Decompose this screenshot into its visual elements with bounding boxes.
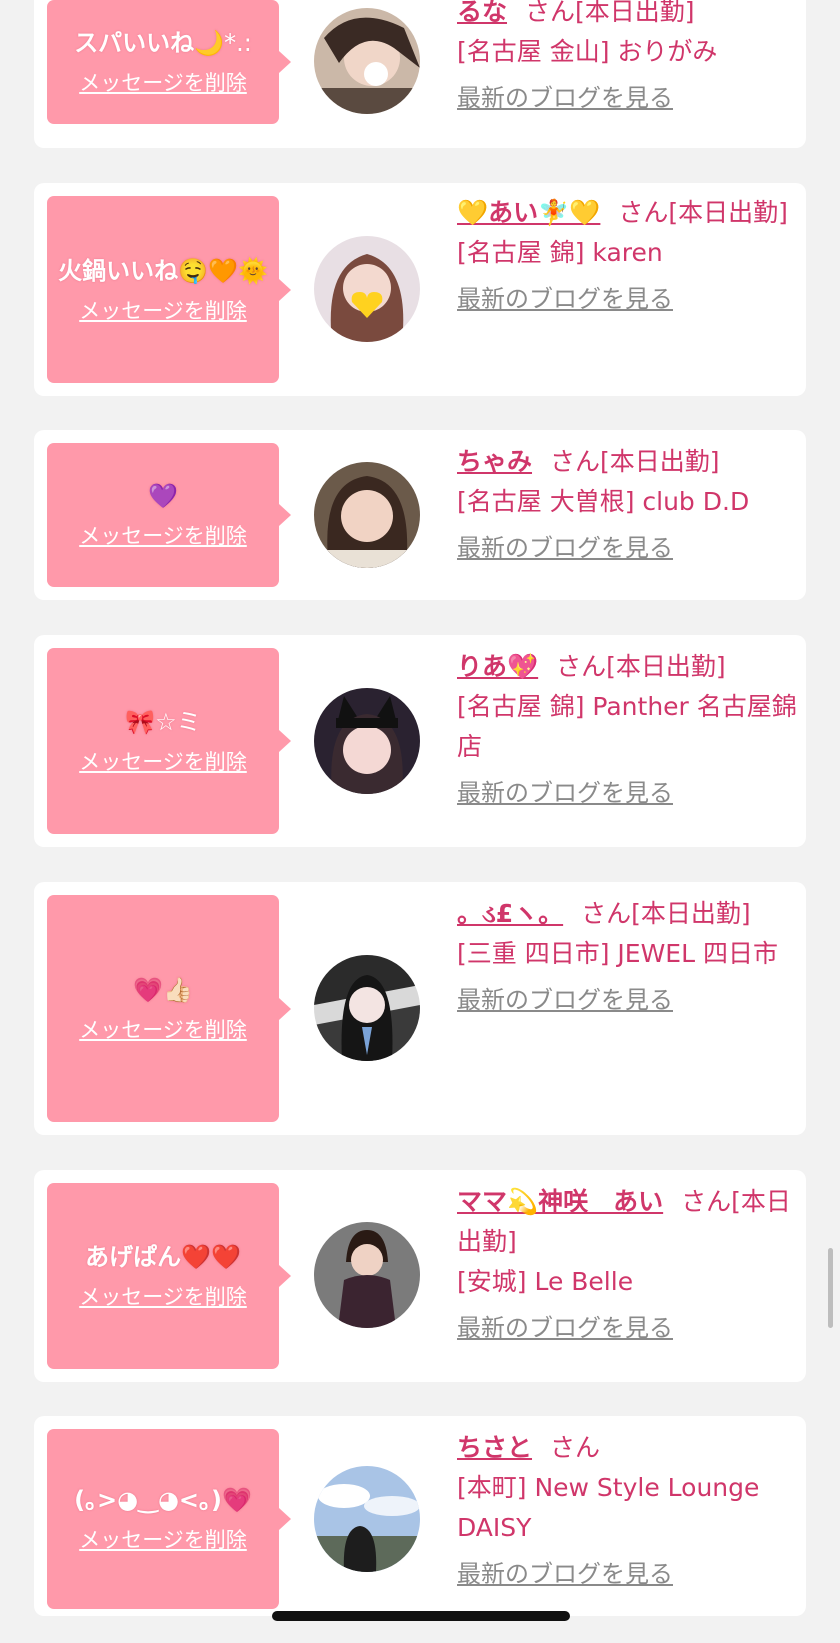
blog-link[interactable]: 最新のブログを見る — [457, 1554, 797, 1594]
girl-name-link[interactable]: ママ💫神咲 あい — [457, 1187, 663, 1216]
avatar[interactable] — [314, 1466, 420, 1572]
shop-text: [名古屋 錦] karen — [457, 238, 663, 267]
avatar[interactable] — [314, 236, 420, 342]
avatar[interactable] — [314, 462, 420, 568]
message-bubble: 🎀☆ミ メッセージを削除 — [47, 648, 291, 834]
list-item: 💗👍🏻 メッセージを削除 。ડ£ヽ。 さん[本日出勤] [三重 四日市] JEWE… — [34, 882, 806, 1135]
avatar-photo-icon — [314, 236, 420, 342]
message-text: 🎀☆ミ — [125, 708, 201, 736]
delete-message-link[interactable]: メッセージを削除 — [79, 521, 247, 551]
status-text: さん[本日出勤] — [618, 198, 788, 227]
girl-info: 💛あい🧚💛 さん[本日出勤] [名古屋 錦] karen 最新のブログを見る — [457, 193, 797, 319]
message-text: 💗👍🏻 — [133, 975, 193, 1004]
scrollbar[interactable] — [828, 1248, 833, 1328]
list-item: 火鍋いいね🤤🧡🌞 メッセージを削除 💛あい🧚💛 さん[本日出勤] [名古屋 錦] … — [34, 183, 806, 396]
avatar-photo-icon — [314, 955, 420, 1061]
home-indicator[interactable] — [272, 1611, 570, 1621]
shop-text: [名古屋 大曽根] club D.D — [457, 487, 750, 516]
message-bubble: 💗👍🏻 メッセージを削除 — [47, 895, 291, 1122]
status-text: さん — [550, 1433, 601, 1462]
girl-info: りあ💖 さん[本日出勤] [名古屋 錦] Panther 名古屋錦店 最新のブログ… — [457, 647, 797, 813]
girl-info: 。ડ£ヽ。 さん[本日出勤] [三重 四日市] JEWEL 四日市 最新のブログを… — [457, 894, 797, 1020]
list-item: (｡>◕‿◕<｡)💗 メッセージを削除 ちさと さん [本町] New Style… — [34, 1416, 806, 1616]
girl-info: るな さん[本日出勤] [名古屋 金山] おりがみ 最新のブログを見る — [457, 0, 797, 118]
message-bubble: スパいいね🌙*.: メッセージを削除 — [47, 0, 291, 124]
message-text: スパいいね🌙*.: — [74, 29, 252, 57]
girl-name-link[interactable]: ちさと — [457, 1433, 532, 1462]
status-text: さん[本日出勤] — [556, 652, 726, 681]
avatar-photo-icon — [314, 8, 420, 114]
blog-link[interactable]: 最新のブログを見る — [457, 980, 797, 1020]
girl-name-link[interactable]: ちゃみ — [457, 447, 532, 476]
message-bubble: (｡>◕‿◕<｡)💗 メッセージを削除 — [47, 1429, 291, 1609]
delete-message-link[interactable]: メッセージを削除 — [79, 1282, 247, 1312]
girl-name-link[interactable]: るな — [457, 0, 507, 26]
delete-message-link[interactable]: メッセージを削除 — [79, 68, 247, 98]
message-text: 💜 — [148, 482, 178, 510]
blog-link[interactable]: 最新のブログを見る — [457, 78, 797, 118]
message-bubble: あげぱん❤️❤️ メッセージを削除 — [47, 1183, 291, 1369]
avatar-photo-icon — [314, 688, 420, 794]
delete-message-link[interactable]: メッセージを削除 — [79, 747, 247, 777]
shop-text: [名古屋 錦] Panther 名古屋錦店 — [457, 692, 797, 761]
shop-text: [名古屋 金山] おりがみ — [457, 37, 718, 66]
delete-message-link[interactable]: メッセージを削除 — [79, 296, 247, 326]
girl-info: ちゃみ さん[本日出勤] [名古屋 大曽根] club D.D 最新のブログを見る — [457, 442, 797, 568]
list-item: 🎀☆ミ メッセージを削除 りあ💖 さん[本日出勤] [名古屋 錦] Panther… — [34, 635, 806, 847]
shop-text: [本町] New Style Lounge DAISY — [457, 1473, 760, 1542]
avatar-photo-icon — [314, 1222, 420, 1328]
message-bubble: 火鍋いいね🤤🧡🌞 メッセージを削除 — [47, 196, 291, 383]
status-text: さん[本日出勤] — [550, 447, 720, 476]
avatar[interactable] — [314, 8, 420, 114]
blog-link[interactable]: 最新のブログを見る — [457, 1308, 797, 1348]
blog-link[interactable]: 最新のブログを見る — [457, 279, 797, 319]
shop-text: [三重 四日市] JEWEL 四日市 — [457, 939, 778, 968]
avatar[interactable] — [314, 688, 420, 794]
message-text: 火鍋いいね🤤🧡🌞 — [58, 256, 268, 285]
blog-link[interactable]: 最新のブログを見る — [457, 773, 797, 813]
status-text: さん[本日出勤] — [525, 0, 695, 26]
message-bubble: 💜 メッセージを削除 — [47, 443, 291, 587]
blog-link[interactable]: 最新のブログを見る — [457, 528, 797, 568]
avatar[interactable] — [314, 955, 420, 1061]
message-text: あげぱん❤️❤️ — [85, 1243, 241, 1271]
girl-info: ちさと さん [本町] New Style Lounge DAISY 最新のブログ… — [457, 1428, 797, 1594]
avatar-photo-icon — [314, 1466, 420, 1572]
avatar-photo-icon — [314, 462, 420, 568]
list-item: スパいいね🌙*.: メッセージを削除 るな さん[本日出勤] [名古屋 金山] お… — [34, 0, 806, 148]
delete-message-link[interactable]: メッセージを削除 — [79, 1015, 247, 1045]
girl-name-link[interactable]: 💛あい🧚💛 — [457, 198, 600, 227]
girl-name-link[interactable]: 。ડ£ヽ。 — [457, 899, 563, 928]
avatar[interactable] — [314, 1222, 420, 1328]
shop-text: [安城] Le Belle — [457, 1267, 634, 1296]
delete-message-link[interactable]: メッセージを削除 — [79, 1525, 247, 1555]
status-text: さん[本日出勤] — [581, 899, 751, 928]
girl-info: ママ💫神咲 あい さん[本日出勤] [安城] Le Belle 最新のブログを見る — [457, 1182, 797, 1348]
girl-name-link[interactable]: りあ💖 — [457, 652, 538, 681]
list-item: 💜 メッセージを削除 ちゃみ さん[本日出勤] [名古屋 大曽根] club D.… — [34, 430, 806, 600]
list-item: あげぱん❤️❤️ メッセージを削除 ママ💫神咲 あい さん[本日出勤] [安城] … — [34, 1170, 806, 1382]
message-text: (｡>◕‿◕<｡)💗 — [74, 1486, 252, 1514]
